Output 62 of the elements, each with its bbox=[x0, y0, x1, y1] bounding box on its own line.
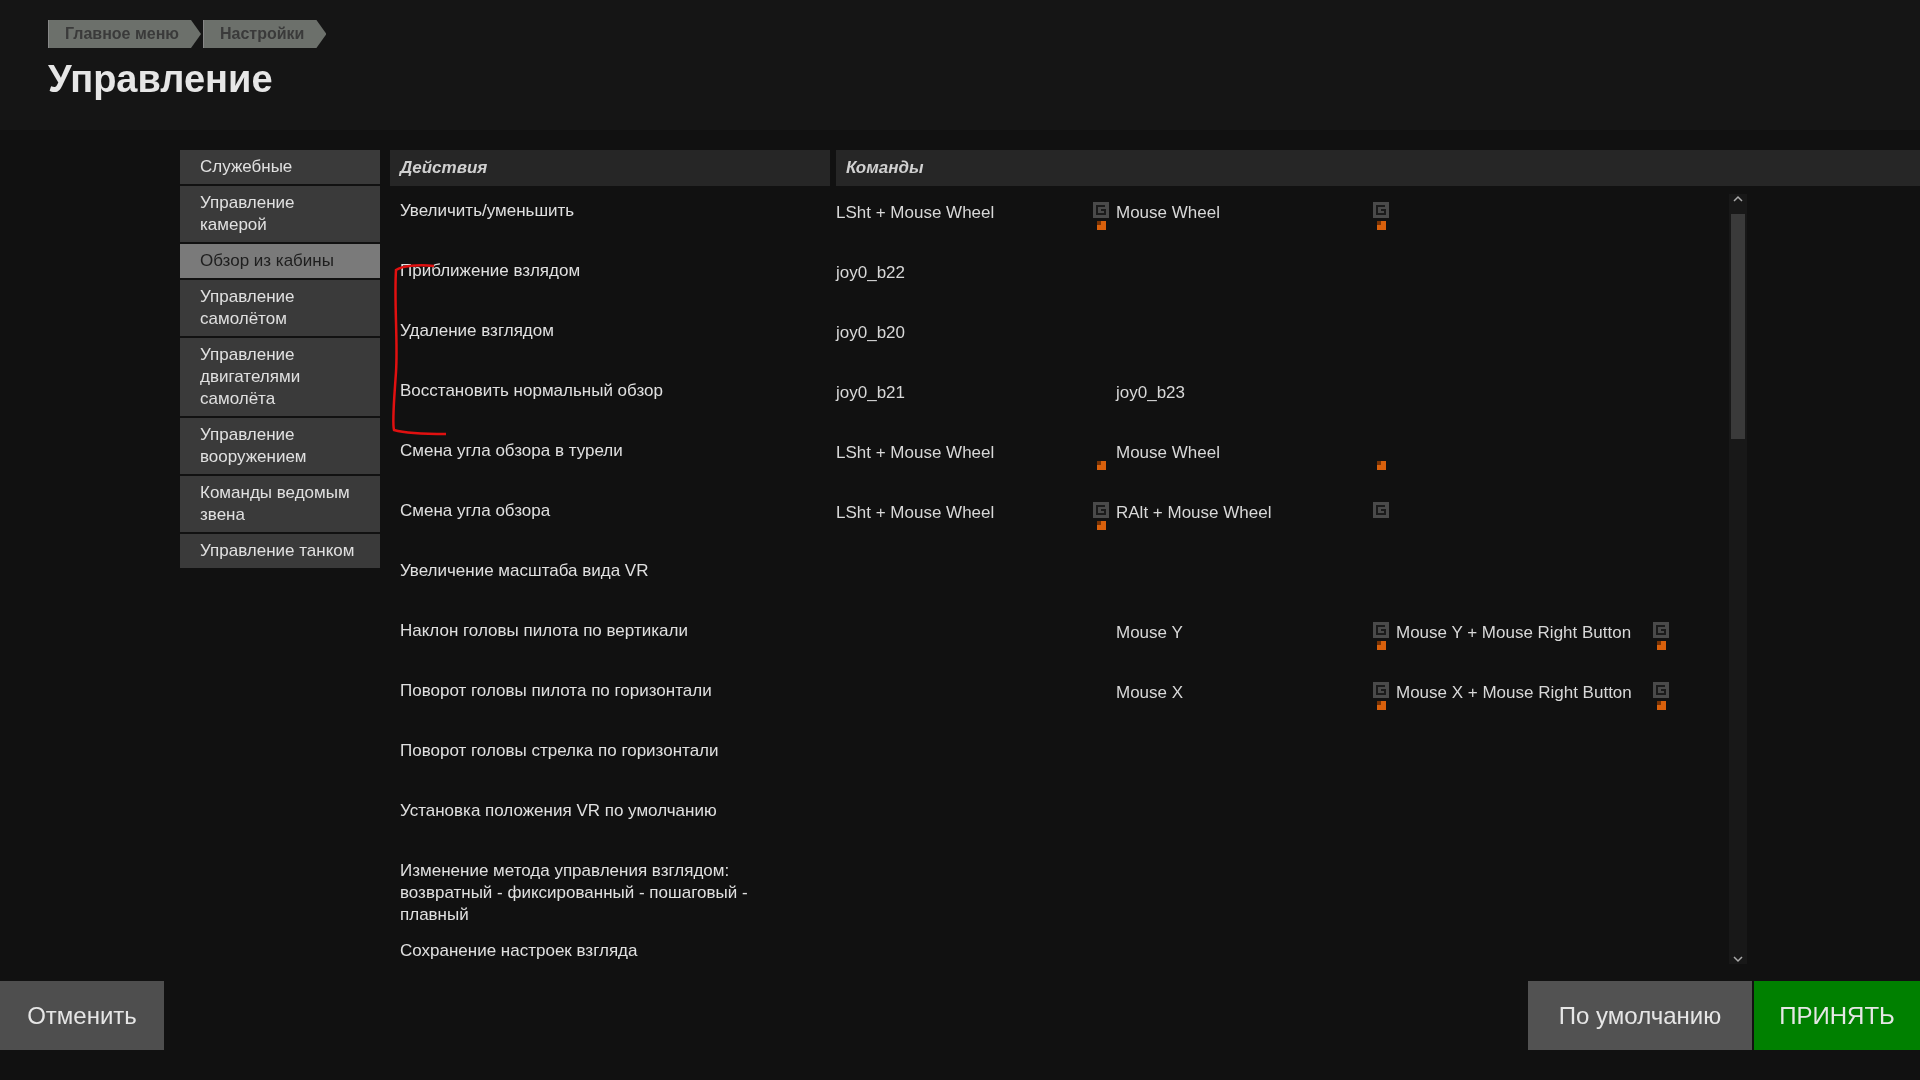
command-binding[interactable]: LSht + Mouse Wheel bbox=[836, 200, 1092, 226]
modified-marker-icon bbox=[1096, 221, 1106, 230]
reset-icon[interactable] bbox=[1373, 622, 1389, 638]
command-binding[interactable]: Mouse X bbox=[1116, 680, 1372, 706]
modified-marker-icon bbox=[1376, 701, 1386, 710]
modified-marker-icon bbox=[1376, 221, 1386, 230]
scrollbar[interactable] bbox=[1729, 194, 1747, 964]
command-binding[interactable]: joy0_b22 bbox=[836, 260, 1092, 286]
action-label: Наклон головы пилота по вертикали bbox=[400, 620, 689, 642]
command-binding[interactable]: LSht + Mouse Wheel bbox=[836, 500, 1092, 526]
command-binding[interactable]: joy0_b23 bbox=[1116, 380, 1372, 406]
modified-marker-icon bbox=[1096, 461, 1106, 470]
category-tab[interactable]: Управление самолётом bbox=[180, 280, 380, 336]
action-label: Приближение взлядом bbox=[400, 260, 582, 282]
category-tab[interactable]: Управление двигателями самолёта bbox=[180, 338, 380, 416]
action-label: Удаление взглядом bbox=[400, 320, 555, 342]
category-tab[interactable]: Служебные bbox=[180, 150, 380, 184]
action-label: Увеличение масштаба вида VR bbox=[400, 560, 650, 582]
defaults-button[interactable]: По умолчанию bbox=[1528, 981, 1752, 1050]
command-binding[interactable]: joy0_b21 bbox=[836, 380, 1092, 406]
modified-marker-icon bbox=[1376, 641, 1386, 650]
accept-button[interactable]: ПРИНЯТЬ bbox=[1754, 981, 1920, 1050]
category-tab[interactable]: Управление танком bbox=[180, 534, 380, 568]
modified-marker-icon bbox=[1656, 701, 1666, 710]
category-tab[interactable]: Команды ведомым звена bbox=[180, 476, 380, 532]
reset-icon[interactable] bbox=[1093, 202, 1109, 218]
scroll-up-icon[interactable] bbox=[1732, 194, 1744, 204]
action-label: Изменение метода управления взглядом: возвратный - фиксированный - пошаговый - плавный bbox=[400, 860, 749, 926]
category-tab[interactable]: Обзор из кабины bbox=[180, 244, 380, 278]
category-tab[interactable]: Управление камерой bbox=[180, 186, 380, 242]
column-header: Команды bbox=[836, 150, 1920, 186]
command-binding[interactable]: Mouse Y bbox=[1116, 620, 1372, 646]
reset-icon[interactable] bbox=[1653, 682, 1669, 698]
modified-marker-icon bbox=[1096, 521, 1106, 530]
reset-icon[interactable] bbox=[1373, 502, 1389, 518]
reset-icon[interactable] bbox=[1653, 622, 1669, 638]
command-binding[interactable]: Mouse X + Mouse Right Button bbox=[1396, 680, 1652, 706]
action-label: Увеличить/уменьшить bbox=[400, 200, 576, 222]
cancel-button[interactable]: Отменить bbox=[0, 981, 164, 1050]
command-binding[interactable]: RAlt + Mouse Wheel bbox=[1116, 500, 1372, 526]
modified-marker-icon bbox=[1376, 461, 1386, 470]
page-title: Управление bbox=[48, 60, 274, 98]
action-label: Смена угла обзора bbox=[400, 500, 552, 522]
action-label: Поворот головы стрелка по горизонтали bbox=[400, 740, 720, 762]
scrollbar-thumb[interactable] bbox=[1731, 214, 1745, 439]
command-binding[interactable]: Mouse Y + Mouse Right Button bbox=[1396, 620, 1652, 646]
reset-icon[interactable] bbox=[1373, 202, 1389, 218]
command-binding[interactable]: Mouse Wheel bbox=[1116, 200, 1372, 226]
command-binding[interactable]: LSht + Mouse Wheel bbox=[836, 440, 1092, 466]
action-label: Сохранение настроек взгляда bbox=[400, 940, 639, 962]
command-binding[interactable]: Mouse Wheel bbox=[1116, 440, 1372, 466]
action-label: Поворот головы пилота по горизонтали bbox=[400, 680, 713, 702]
category-tab[interactable]: Управление вооружением bbox=[180, 418, 380, 474]
action-label: Восстановить нормальный обзор bbox=[400, 380, 664, 402]
action-label: Смена угла обзора в турели bbox=[400, 440, 624, 462]
reset-icon[interactable] bbox=[1373, 682, 1389, 698]
command-binding[interactable]: joy0_b20 bbox=[836, 320, 1092, 346]
scroll-down-icon[interactable] bbox=[1732, 954, 1744, 964]
column-header: Действия bbox=[390, 150, 830, 186]
modified-marker-icon bbox=[1656, 641, 1666, 650]
action-label: Установка положения VR по умолчанию bbox=[400, 800, 718, 822]
reset-icon[interactable] bbox=[1093, 502, 1109, 518]
